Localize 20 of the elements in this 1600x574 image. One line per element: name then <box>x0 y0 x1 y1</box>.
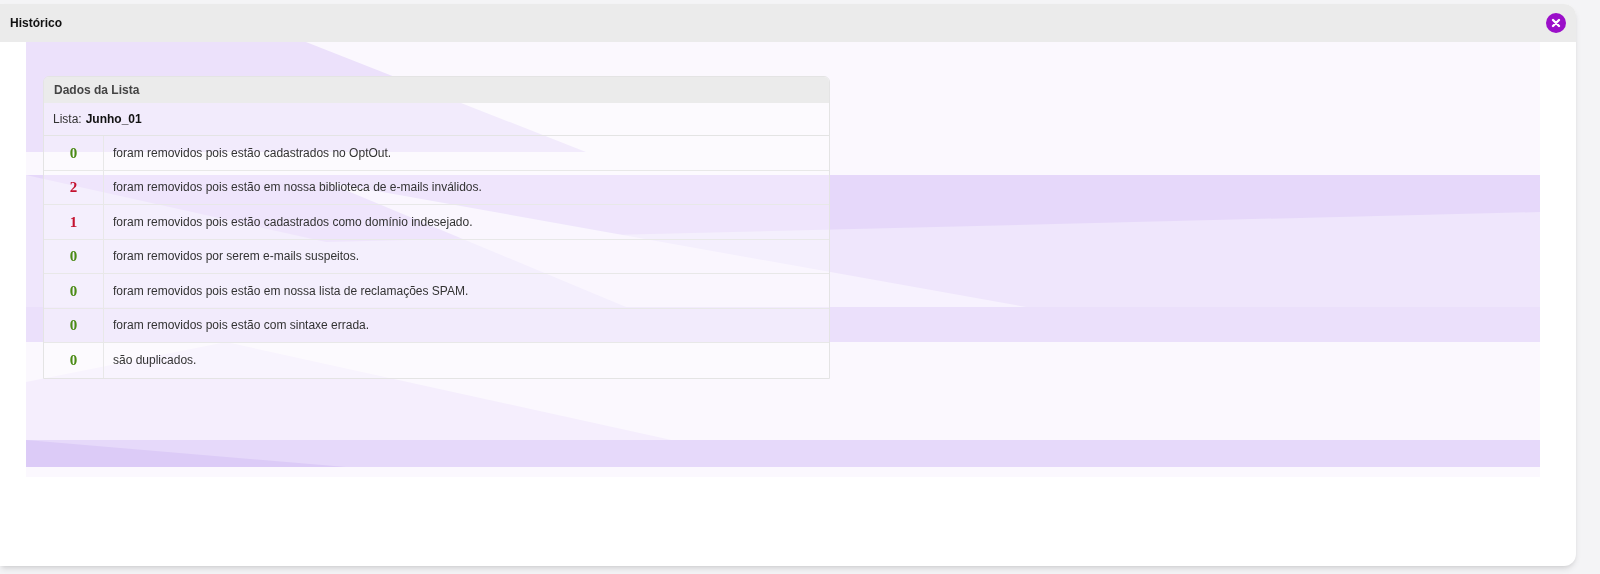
removal-reason: foram removidos por serem e-mails suspeitos. <box>113 248 360 266</box>
list-name: Junho_01 <box>85 111 142 128</box>
removed-count: 2 <box>69 178 78 197</box>
removal-reason: são duplicados. <box>113 352 197 370</box>
removed-count: 0 <box>69 247 78 266</box>
window-title: Histórico <box>10 15 62 32</box>
close-button[interactable] <box>1546 13 1566 33</box>
removed-count: 0 <box>69 143 78 163</box>
removed-count: 1 <box>69 212 78 232</box>
removal-reason: foram removidos pois estão cadastrados como domínio indesejado. <box>113 213 473 231</box>
removed-count: 0 <box>69 351 78 370</box>
removal-reason: foram removidos pois estão cadastrados no OptOut. <box>113 144 392 162</box>
removed-count: 0 <box>69 281 78 301</box>
removal-reason: foram removidos pois estão em nossa biblioteca de e-mails inválidos. <box>113 179 482 197</box>
panel-title: Dados da Lista <box>54 82 140 99</box>
close-icon <box>1551 18 1561 28</box>
removed-count: 0 <box>69 316 78 335</box>
removal-reason: foram removidos pois estão com sintaxe errada. <box>113 317 370 335</box>
list-label: Lista: <box>53 111 82 128</box>
removal-reason: foram removidos pois estão em nossa lista de reclamações SPAM. <box>113 282 469 300</box>
